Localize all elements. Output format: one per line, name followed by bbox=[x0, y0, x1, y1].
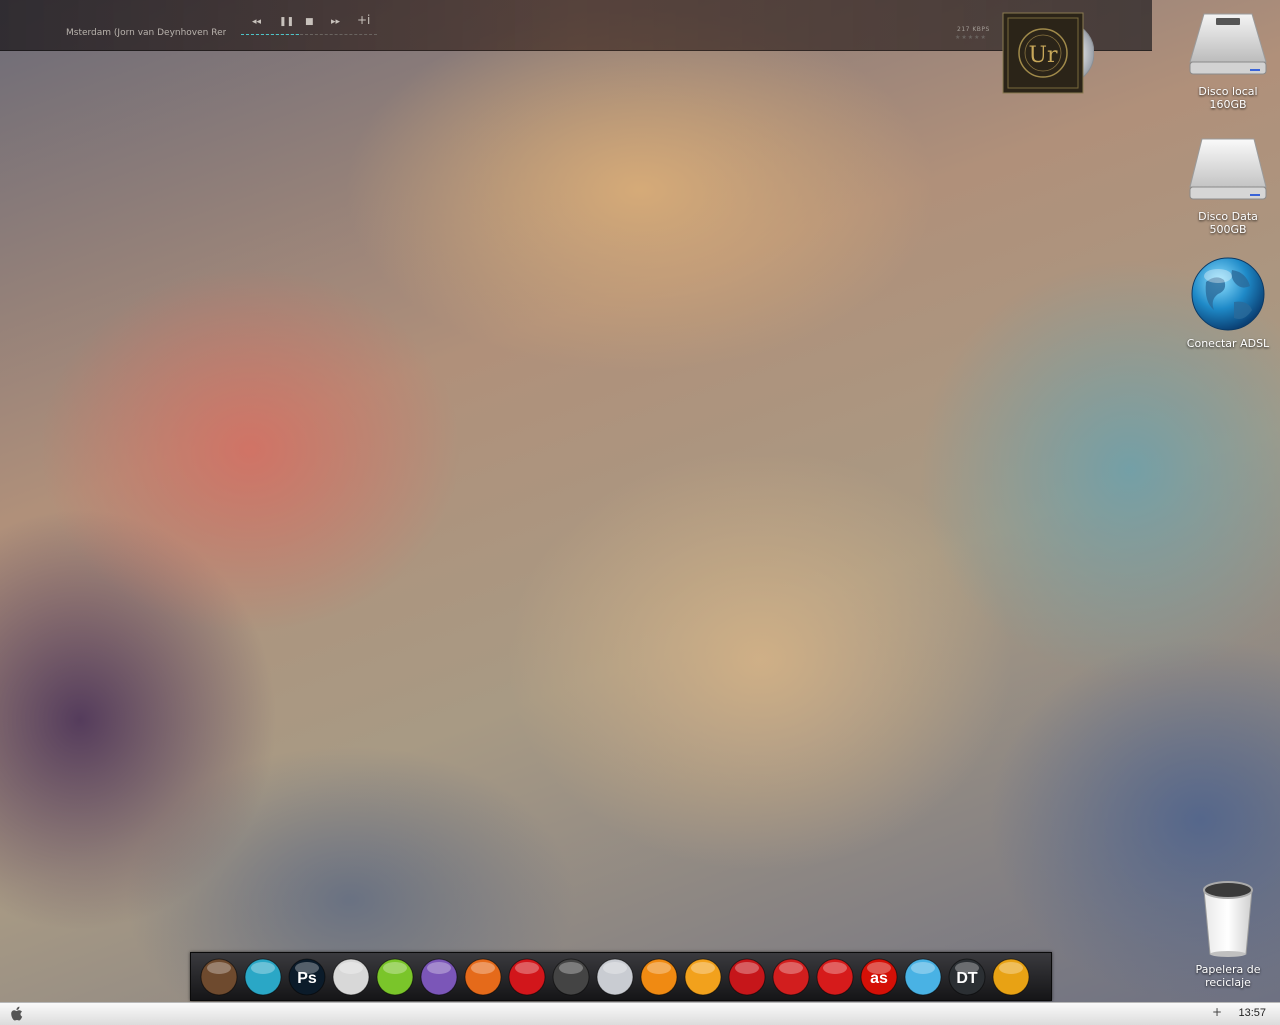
hard-drive-icon bbox=[1189, 13, 1267, 75]
application-dock: Ps as DT bbox=[190, 952, 1052, 1001]
music-player-bar: Msterdam (Jorn van Deynhoven Remix ◂◂ ❚❚… bbox=[0, 0, 1152, 51]
desktop-icon-sublabel: reciclaje bbox=[1205, 976, 1251, 989]
hard-drive-icon bbox=[1189, 138, 1267, 200]
crossed-wheel-icon[interactable] bbox=[771, 957, 811, 997]
opera-icon[interactable] bbox=[507, 957, 547, 997]
desktop-icon-disco-data[interactable]: Disco Data 500GB bbox=[1178, 135, 1278, 236]
bird-messenger-icon[interactable] bbox=[419, 957, 459, 997]
desktop-icon-sublabel: 500GB bbox=[1209, 223, 1247, 236]
info-button[interactable]: +i bbox=[357, 14, 370, 26]
desktop-background bbox=[0, 0, 1280, 1024]
rating-stars[interactable]: ★★★★★ bbox=[955, 34, 987, 41]
apple-logo-icon[interactable] bbox=[10, 1006, 24, 1022]
svg-text:Ur: Ur bbox=[1028, 43, 1058, 68]
previous-track-icon[interactable]: ◂◂ bbox=[252, 16, 261, 28]
globe-icon bbox=[1191, 257, 1265, 331]
lastfm-icon[interactable]: as bbox=[859, 957, 899, 997]
music-disc-icon[interactable] bbox=[551, 957, 591, 997]
svg-text:Ps: Ps bbox=[297, 970, 317, 987]
progress-fill bbox=[241, 34, 300, 35]
desktop-icon-disco-local[interactable]: Disco local 160GB bbox=[1178, 10, 1278, 111]
cd-burner-icon[interactable] bbox=[595, 957, 635, 997]
album-cover-ur-icon[interactable]: Ur bbox=[1002, 12, 1094, 94]
next-track-icon[interactable]: ▸▸ bbox=[331, 16, 340, 28]
paw-player-icon[interactable] bbox=[639, 957, 679, 997]
vlc-folder-icon[interactable] bbox=[683, 957, 723, 997]
sync-icon[interactable] bbox=[243, 957, 283, 997]
dt-icon[interactable]: DT bbox=[947, 957, 987, 997]
svg-text:DT: DT bbox=[956, 970, 978, 987]
desktop-icon-label: Disco Data bbox=[1198, 210, 1258, 223]
red-disc-icon[interactable] bbox=[815, 957, 855, 997]
taskbar: + 13:57 bbox=[0, 1002, 1280, 1025]
ghost-face-icon[interactable] bbox=[331, 957, 371, 997]
installer-icon[interactable] bbox=[199, 957, 239, 997]
bitrate-label: 217 KBPS bbox=[957, 26, 990, 33]
desktop-icon-label: Papelera de bbox=[1195, 963, 1261, 976]
desktop-icon-sublabel: 160GB bbox=[1209, 98, 1247, 111]
star-smiley-icon[interactable] bbox=[991, 957, 1031, 997]
track-title: Msterdam (Jorn van Deynhoven Remix bbox=[66, 28, 226, 38]
photoshop-icon[interactable]: Ps bbox=[287, 957, 327, 997]
desktop-icon-label: Disco local bbox=[1198, 85, 1258, 98]
firefox-icon[interactable] bbox=[463, 957, 503, 997]
clock: 13:57 bbox=[1238, 1007, 1266, 1019]
progress-bar[interactable] bbox=[241, 34, 377, 35]
trash-bin-icon bbox=[1203, 881, 1253, 957]
stop-icon[interactable]: ■ bbox=[305, 16, 314, 28]
tray-expand-icon[interactable]: + bbox=[1212, 1005, 1222, 1019]
desktop-icon-papelera[interactable]: Papelera de reciclaje bbox=[1178, 878, 1278, 989]
desktop-icon-label: Conectar ADSL bbox=[1186, 337, 1270, 350]
pause-icon[interactable]: ❚❚ bbox=[279, 16, 294, 28]
twitter-bird-icon[interactable] bbox=[903, 957, 943, 997]
desktop-icon-conectar-adsl[interactable]: Conectar ADSL bbox=[1178, 256, 1278, 350]
red-record-icon[interactable] bbox=[727, 957, 767, 997]
green-pause-icon[interactable] bbox=[375, 957, 415, 997]
svg-text:as: as bbox=[870, 970, 888, 987]
